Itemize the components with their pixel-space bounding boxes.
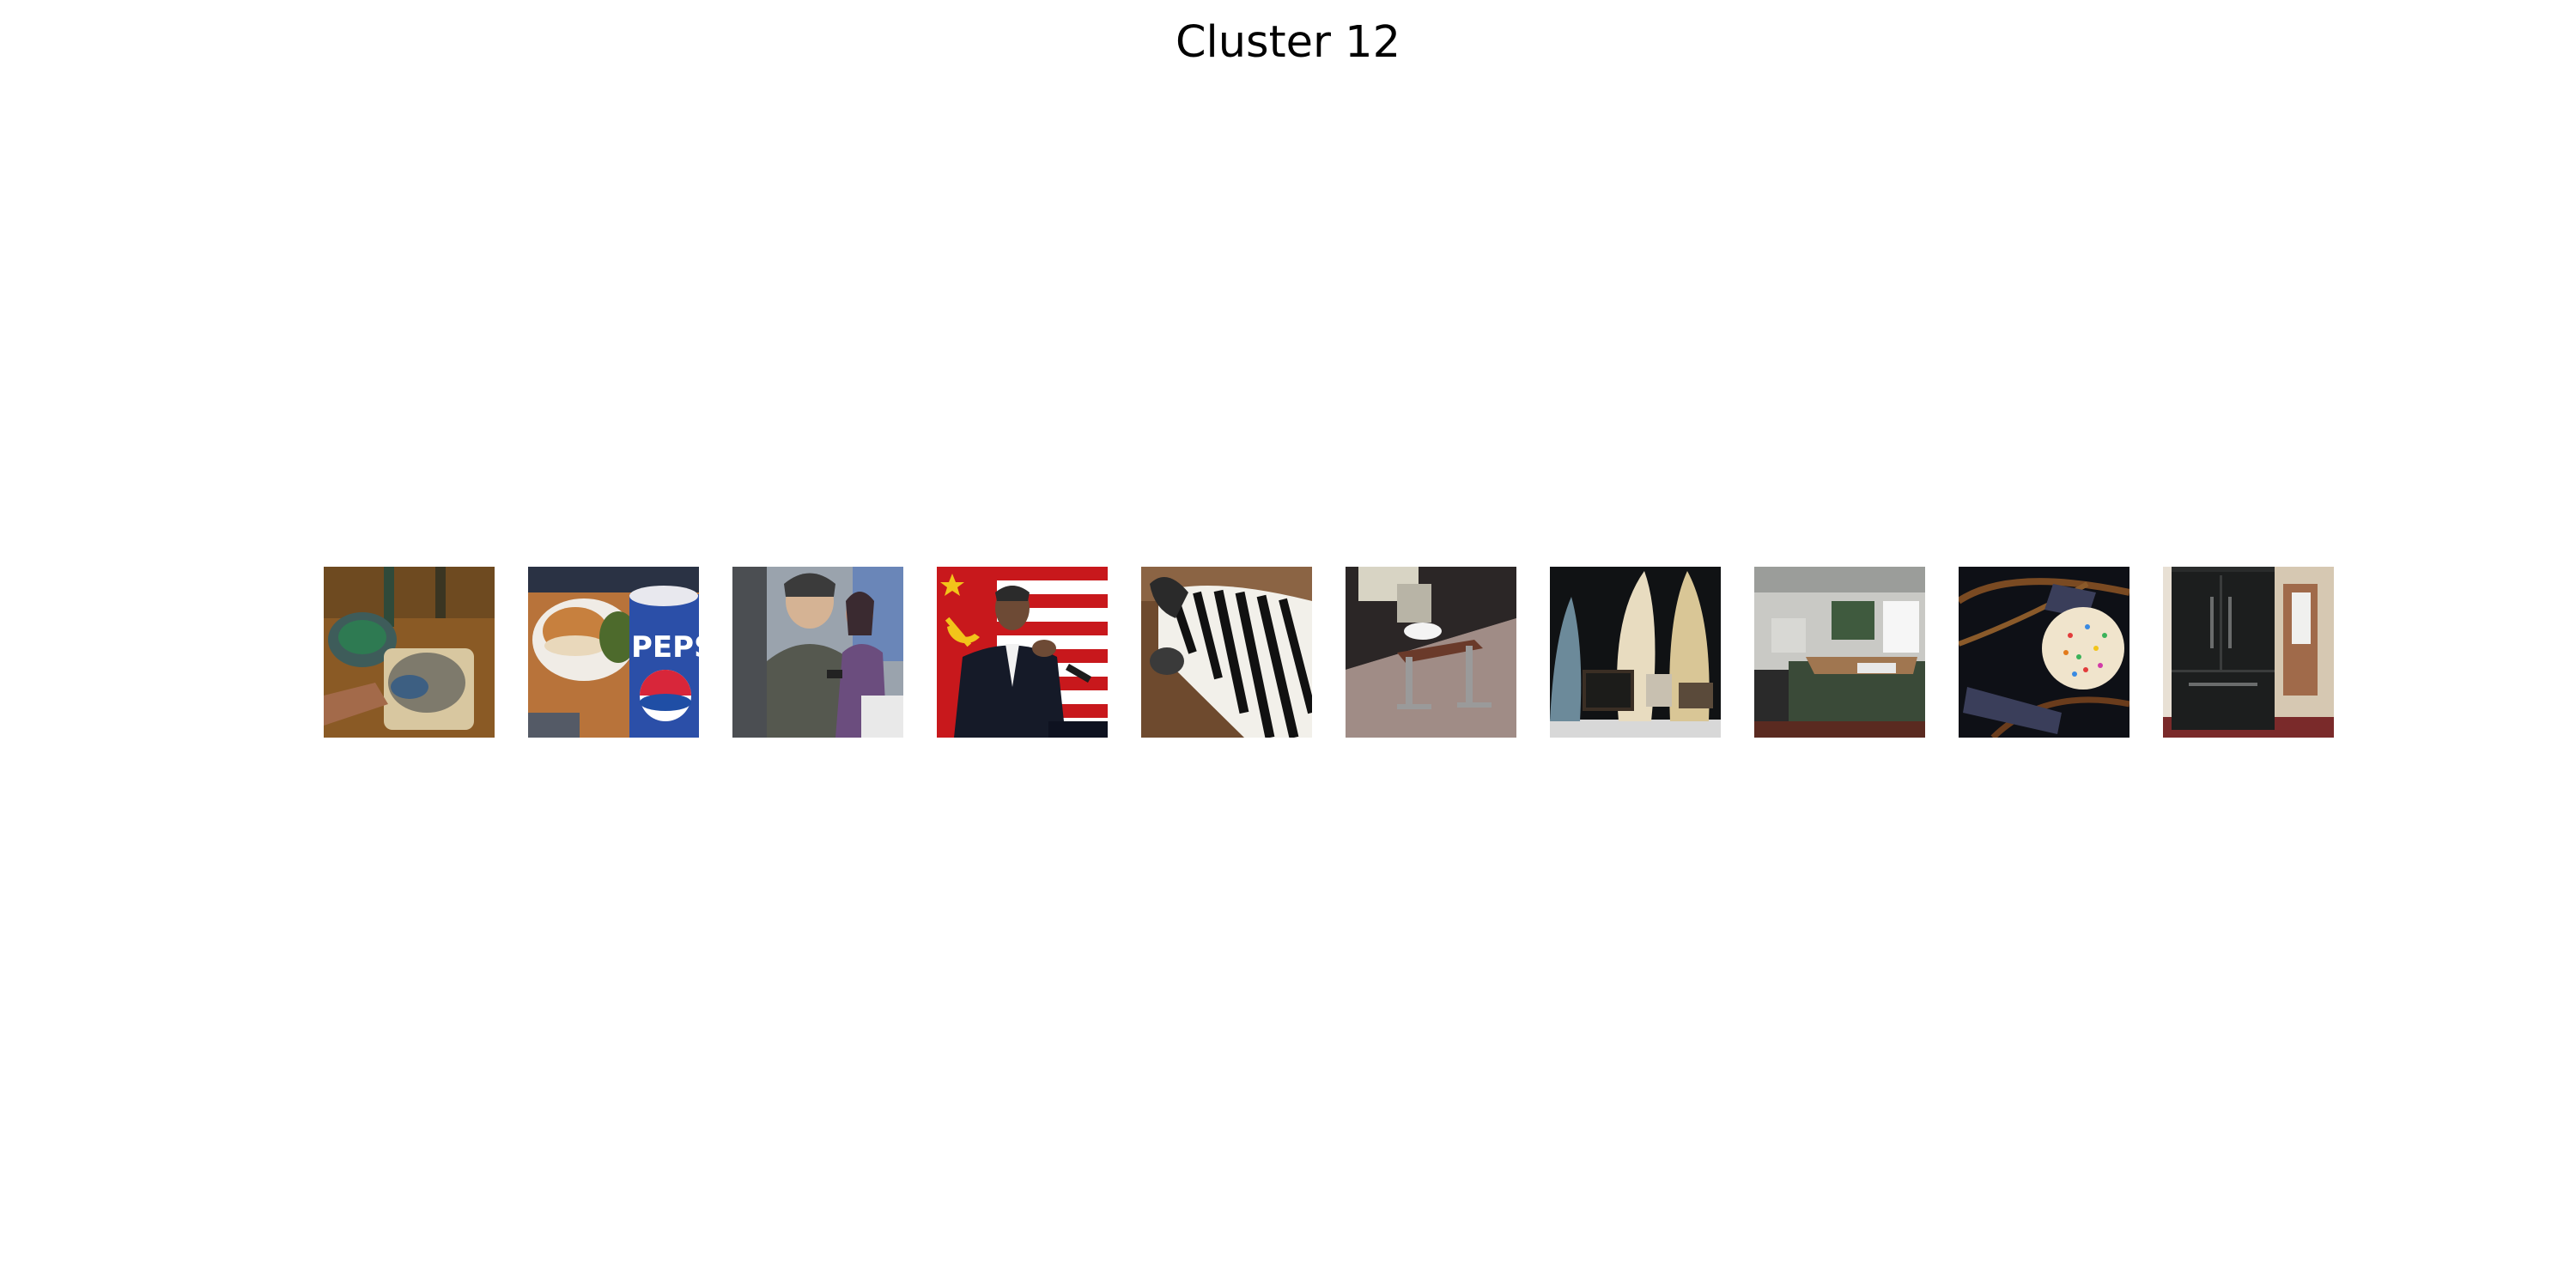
thumbnail-image [1754,567,1925,738]
thumbnail-image [324,567,495,738]
cluster-figure: { "figure": { "title": "Cluster 12" }, "… [0,0,2576,1288]
figure-title: Cluster 12 [1175,17,1401,68]
thumbnail-image: PEPS [528,567,699,738]
svg-text:PEPS: PEPS [631,630,699,665]
thumbnail-image [1959,567,2129,738]
thumbnail-image [937,567,1108,738]
thumbnail-image [732,567,903,738]
thumbnail-image [2163,567,2334,738]
thumbnail-image [1550,567,1721,738]
thumbnail-image [1346,567,1516,738]
thumbnail-image [1141,567,1312,738]
